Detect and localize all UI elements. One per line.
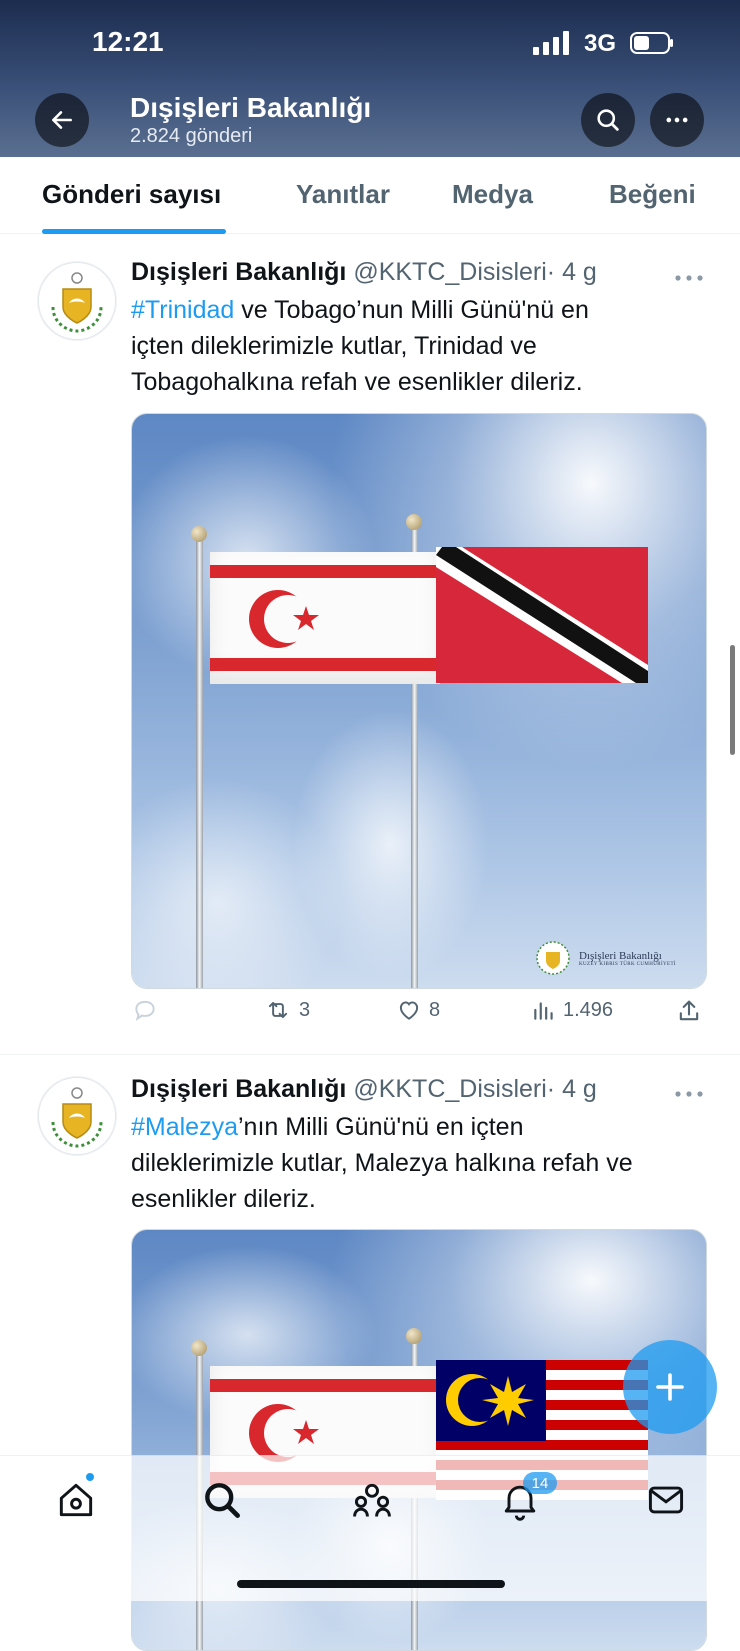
- messages-icon[interactable]: [644, 1478, 688, 1522]
- tab-likes[interactable]: Beğeni: [609, 179, 696, 210]
- tweet-time[interactable]: 4 g: [562, 1075, 597, 1103]
- tab-replies[interactable]: Yanıtlar: [296, 179, 390, 210]
- views-icon: [534, 1002, 553, 1020]
- tweet-more-icon[interactable]: [674, 1086, 704, 1097]
- notification-badge: 14: [523, 1472, 557, 1494]
- watermark-emblem-icon: [536, 941, 570, 975]
- tweet-text: #Malezya’nın Milli Günü'nü en içten dile…: [131, 1109, 671, 1217]
- battery-icon: [630, 32, 674, 54]
- tweet-text-line: ’nın Milli Günü'nü en içten: [238, 1113, 524, 1141]
- plus-icon: [656, 1373, 684, 1401]
- more-button[interactable]: [650, 93, 704, 147]
- watermark-subtitle: KUZEY KIBRIS TÜRK CUMHURİYETİ: [578, 961, 676, 967]
- ministry-emblem-icon: [51, 1087, 103, 1148]
- tweet-media-image[interactable]: Dışişleri Bakanlığı KUZEY KIBRIS TÜRK CU…: [131, 413, 707, 989]
- separator: ·: [546, 258, 556, 286]
- author-handle[interactable]: @KKTC_Disisleri: [353, 1075, 546, 1103]
- flagpole-cap: [191, 526, 207, 542]
- sky-background: [132, 414, 706, 988]
- media-watermark: Dışişleri Bakanlığı KUZEY KIBRIS TÜRK CU…: [535, 940, 676, 976]
- avatar[interactable]: [38, 262, 116, 340]
- profile-header: 12:21 3G Dışişleri Bakanlığı 2.824 gönde…: [0, 0, 740, 157]
- search-button[interactable]: [581, 93, 635, 147]
- tweet-time[interactable]: 4 g: [562, 258, 597, 286]
- tab-posts[interactable]: Gönderi sayısı: [42, 179, 221, 210]
- home-new-indicator: [86, 1473, 94, 1481]
- back-button[interactable]: [35, 93, 89, 147]
- hashtag-link[interactable]: #Trinidad: [131, 296, 234, 324]
- crescent-star-icon: [446, 1374, 534, 1426]
- tweet-text-line: ve Tobago’nun Milli Günü'nü en: [234, 296, 589, 324]
- like-count: 8: [429, 998, 441, 1021]
- compose-button[interactable]: [623, 1340, 717, 1434]
- retweet-icon: [268, 1001, 288, 1019]
- separator: ·: [546, 1075, 556, 1103]
- profile-tabs: Gönderi sayısı Yanıtlar Medya Beğeni: [0, 157, 740, 234]
- status-time: 12:21: [92, 26, 164, 57]
- author-name[interactable]: Dışişleri Bakanlığı: [131, 258, 346, 286]
- trnc-flag: [210, 552, 440, 684]
- reply-button[interactable]: [131, 997, 165, 1023]
- share-button[interactable]: [675, 997, 703, 1025]
- retweet-count: 3: [299, 998, 311, 1021]
- tweet-divider: [0, 1054, 740, 1055]
- search-icon: [597, 109, 619, 131]
- flagpole-cap: [406, 1328, 422, 1344]
- flagpole: [196, 532, 203, 988]
- tweet-header: Dışişleri Bakanlığı @KKTC_Disisleri· 4 g: [131, 258, 597, 287]
- page-title: Dışişleri Bakanlığı: [130, 92, 372, 123]
- author-handle[interactable]: @KKTC_Disisleri: [353, 258, 546, 286]
- back-arrow-icon: [52, 111, 72, 129]
- tab-media[interactable]: Medya: [452, 179, 533, 210]
- tweet-actions: 3 8 1.496: [131, 997, 705, 1037]
- heart-icon: [399, 1001, 419, 1020]
- tweet-text: #Trinidad ve Tobago’nun Milli Günü'nü en…: [131, 292, 671, 400]
- hashtag-link[interactable]: #Malezya: [131, 1113, 238, 1141]
- tweet-text-line: Tobagohalkına refah ve esenlikler dileri…: [131, 368, 583, 396]
- like-button[interactable]: 8: [395, 997, 440, 1023]
- tweet-text-line: esenlikler dileriz.: [131, 1185, 316, 1213]
- reply-icon: [135, 1000, 155, 1022]
- tweet-header: Dışişleri Bakanlığı @KKTC_Disisleri· 4 g: [131, 1075, 597, 1104]
- home-icon[interactable]: [54, 1478, 98, 1522]
- signal-icon: [533, 31, 573, 55]
- author-name[interactable]: Dışişleri Bakanlığı: [131, 1075, 346, 1103]
- view-count: 1.496: [563, 998, 614, 1021]
- share-icon: [679, 1000, 699, 1021]
- scrollbar[interactable]: [730, 645, 735, 755]
- communities-icon[interactable]: [350, 1478, 394, 1522]
- watermark-title: Dışişleri Bakanlığı: [578, 949, 662, 962]
- more-icon: [666, 117, 688, 123]
- flagpole-cap: [406, 514, 422, 530]
- ministry-emblem-icon: [51, 272, 103, 333]
- trinidad-tobago-flag: [436, 547, 648, 683]
- tweet-more-icon[interactable]: [674, 270, 704, 281]
- retweet-button[interactable]: 3: [263, 997, 310, 1023]
- active-tab-indicator: [42, 229, 226, 234]
- flagpole-cap: [191, 1340, 207, 1356]
- network-type: 3G: [584, 30, 617, 57]
- tweet-text-line: içten dileklerimizle kutlar, Trinidad ve: [131, 332, 537, 360]
- tweet-text-line: dileklerimizle kutlar, Malezya halkına r…: [131, 1149, 633, 1177]
- home-indicator: [237, 1580, 505, 1588]
- post-count: 2.824 gönderi: [130, 125, 253, 147]
- avatar[interactable]: [38, 1077, 116, 1155]
- search-icon[interactable]: [200, 1478, 244, 1522]
- views-button[interactable]: 1.496: [531, 997, 613, 1023]
